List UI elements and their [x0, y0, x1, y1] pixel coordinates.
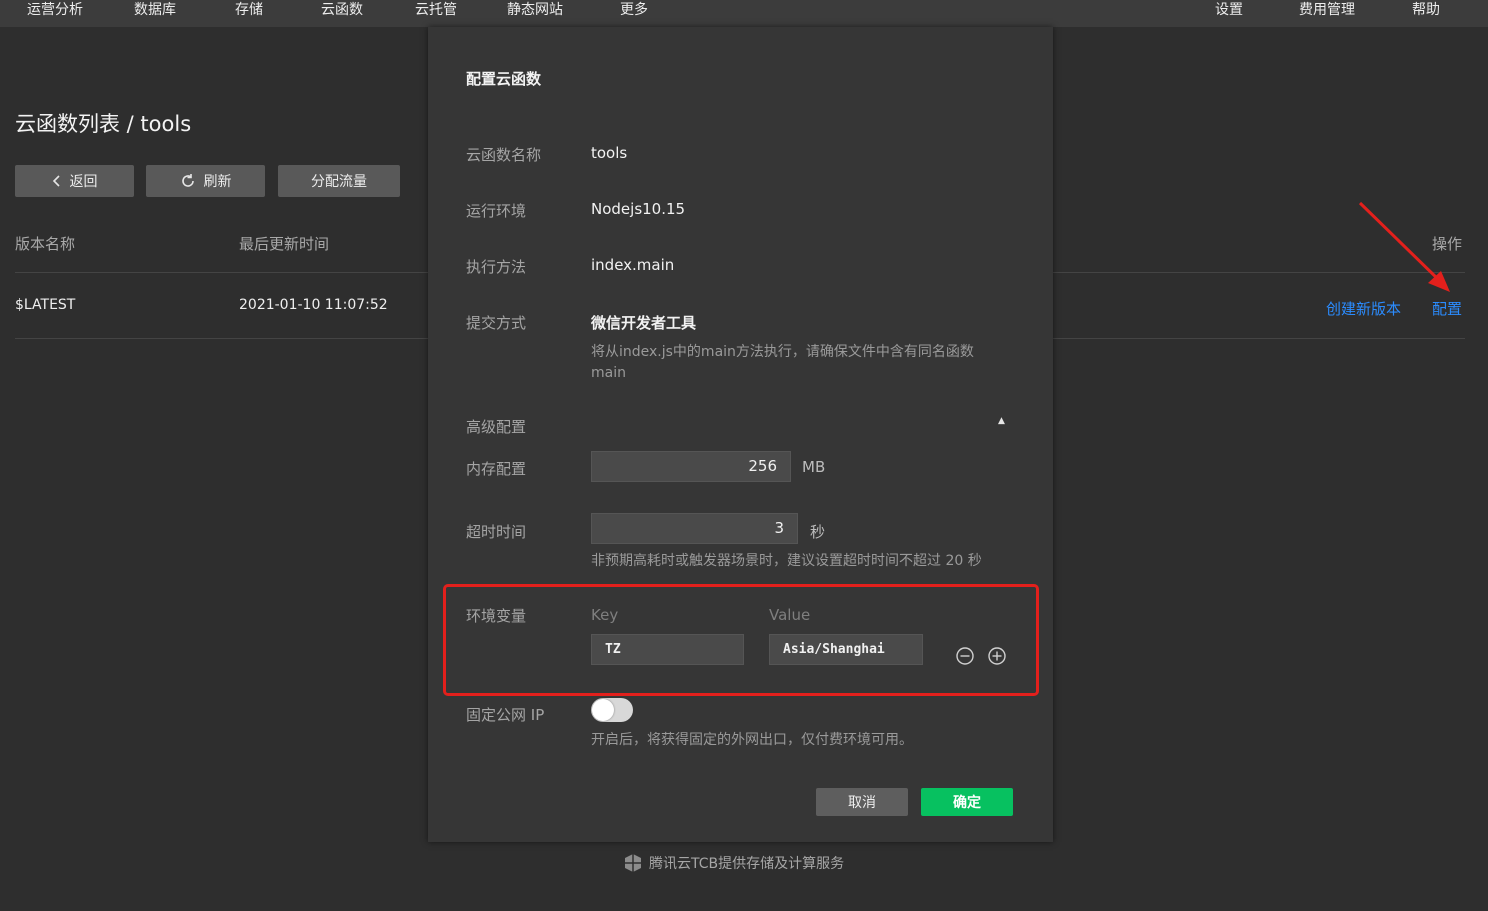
- fixed-ip-hint: 开启后，将获得固定的外网出口，仅付费环境可用。: [591, 732, 913, 748]
- fixed-ip-toggle[interactable]: [591, 698, 633, 722]
- timeout-unit: 秒: [810, 523, 826, 541]
- runtime-label: 运行环境: [466, 202, 527, 220]
- collapse-triangle-icon[interactable]: ▲: [998, 416, 1005, 426]
- handler-value: index.main: [591, 256, 675, 274]
- timeout-input[interactable]: 3: [591, 513, 798, 544]
- refresh-icon: [181, 174, 194, 187]
- nav-item-more[interactable]: 更多: [620, 0, 648, 20]
- traffic-button-label: 分配流量: [311, 174, 367, 190]
- tcb-logo-icon: [625, 854, 641, 872]
- annotation-arrow-icon: [1358, 201, 1450, 292]
- env-key-input[interactable]: TZ: [591, 634, 744, 665]
- advanced-config-label: 高级配置: [466, 418, 527, 436]
- submit-method-value: 微信开发者工具: [591, 314, 697, 332]
- confirm-button[interactable]: 确定: [921, 788, 1013, 816]
- toggle-knob: [592, 699, 614, 721]
- submit-method-hint: 将从index.js中的main方法执行，请确保文件中含有同名函数main: [591, 344, 974, 381]
- env-value-header: Value: [769, 606, 811, 624]
- nav-item-cloud-functions[interactable]: 云函数: [321, 0, 363, 20]
- env-vars-label: 环境变量: [466, 607, 527, 625]
- footer: 腾讯云TCB提供存储及计算服务: [623, 853, 844, 873]
- function-name-label: 云函数名称: [466, 146, 542, 164]
- back-button-label: 返回: [69, 174, 98, 190]
- env-key-header: Key: [591, 606, 619, 624]
- nav-item-cloud-hosting[interactable]: 云托管: [415, 0, 457, 20]
- fixed-ip-label: 固定公网 IP: [466, 706, 545, 724]
- cancel-button[interactable]: 取消: [816, 788, 908, 816]
- function-name-value: tools: [591, 144, 628, 162]
- footer-text: 腾讯云TCB提供存储及计算服务: [649, 856, 845, 872]
- traffic-button[interactable]: 分配流量: [278, 165, 400, 197]
- timeout-hint: 非预期高耗时或触发器场景时，建议设置超时时间不超过 20 秒: [591, 553, 982, 569]
- nav-item-settings[interactable]: 设置: [1215, 0, 1243, 20]
- memory-label: 内存配置: [466, 460, 527, 478]
- nav-item-analytics[interactable]: 运营分析: [27, 0, 83, 20]
- timeout-label: 超时时间: [466, 523, 527, 541]
- runtime-value: Nodejs10.15: [591, 200, 686, 218]
- row-updated-time: 2021-01-10 11:07:52: [239, 297, 388, 313]
- submit-method-label: 提交方式: [466, 314, 527, 332]
- dialog-title: 配置云函数: [466, 70, 542, 88]
- config-function-dialog: 配置云函数 云函数名称 tools 运行环境 Nodejs10.15 执行方法 …: [428, 27, 1053, 842]
- handler-label: 执行方法: [466, 258, 527, 276]
- nav-item-storage[interactable]: 存储: [235, 0, 263, 20]
- memory-unit: MB: [802, 458, 826, 476]
- top-nav: 运营分析 数据库 存储 云函数 云托管 静态网站 更多 设置 费用管理 帮助: [0, 0, 1488, 27]
- back-button[interactable]: 返回: [15, 165, 134, 197]
- column-header-updated: 最后更新时间: [239, 235, 330, 253]
- nav-item-static-site[interactable]: 静态网站: [507, 0, 563, 20]
- row-version-name: $LATEST: [15, 297, 76, 313]
- add-env-var-icon[interactable]: [987, 646, 1007, 666]
- refresh-button[interactable]: 刷新: [146, 165, 265, 197]
- memory-input[interactable]: 256: [591, 451, 791, 482]
- env-value-input[interactable]: Asia/Shanghai: [769, 634, 923, 665]
- nav-item-database[interactable]: 数据库: [134, 0, 176, 20]
- page-title: 云函数列表 / tools: [15, 112, 192, 136]
- remove-env-var-icon[interactable]: [955, 646, 975, 666]
- column-header-version: 版本名称: [15, 235, 76, 253]
- nav-item-help[interactable]: 帮助: [1412, 0, 1440, 20]
- nav-item-billing[interactable]: 费用管理: [1299, 0, 1355, 20]
- refresh-button-label: 刷新: [203, 174, 232, 190]
- chevron-left-icon: [52, 175, 60, 187]
